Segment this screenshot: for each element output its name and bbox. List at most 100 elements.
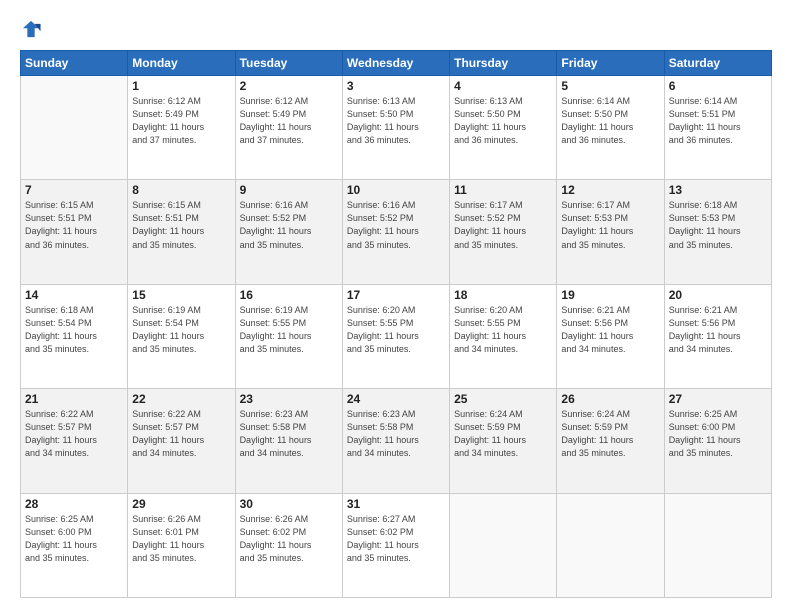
day-number: 13 <box>669 183 767 197</box>
week-row-5: 28 Sunrise: 6:25 AMSunset: 6:00 PMDayligh… <box>21 493 772 597</box>
calendar-cell: 8 Sunrise: 6:15 AMSunset: 5:51 PMDaylight… <box>128 180 235 284</box>
day-number: 22 <box>132 392 230 406</box>
day-info: Sunrise: 6:25 AMSunset: 6:00 PMDaylight:… <box>669 408 767 460</box>
day-number: 4 <box>454 79 552 93</box>
day-info: Sunrise: 6:13 AMSunset: 5:50 PMDaylight:… <box>454 95 552 147</box>
day-number: 16 <box>240 288 338 302</box>
day-number: 21 <box>25 392 123 406</box>
day-info: Sunrise: 6:27 AMSunset: 6:02 PMDaylight:… <box>347 513 445 565</box>
calendar-cell: 29 Sunrise: 6:26 AMSunset: 6:01 PMDayligh… <box>128 493 235 597</box>
calendar-cell: 1Sunrise: 6:12 AMSunset: 5:49 PMDaylight… <box>128 76 235 180</box>
calendar-cell: 2Sunrise: 6:12 AMSunset: 5:49 PMDaylight… <box>235 76 342 180</box>
calendar-cell: 3 Sunrise: 6:13 AMSunset: 5:50 PMDaylight… <box>342 76 449 180</box>
day-number: 5 <box>561 79 659 93</box>
calendar-cell <box>664 493 771 597</box>
calendar-cell: 15 Sunrise: 6:19 AMSunset: 5:54 PMDayligh… <box>128 284 235 388</box>
day-number: 2 <box>240 79 338 93</box>
day-info: Sunrise: 6:19 AMSunset: 5:55 PMDaylight:… <box>240 304 338 356</box>
day-info: Sunrise: 6:22 AMSunset: 5:57 PMDaylight:… <box>132 408 230 460</box>
day-number: 7 <box>25 183 123 197</box>
day-number: 9 <box>240 183 338 197</box>
calendar-cell: 13 Sunrise: 6:18 AMSunset: 5:53 PMDayligh… <box>664 180 771 284</box>
day-info: Sunrise: 6:23 AMSunset: 5:58 PMDaylight:… <box>347 408 445 460</box>
day-info: Sunrise: 6:13 AMSunset: 5:50 PMDaylight:… <box>347 95 445 147</box>
day-number: 29 <box>132 497 230 511</box>
calendar-cell: 12 Sunrise: 6:17 AMSunset: 5:53 PMDayligh… <box>557 180 664 284</box>
day-number: 24 <box>347 392 445 406</box>
calendar-cell: 14Sunrise: 6:18 AMSunset: 5:54 PMDayligh… <box>21 284 128 388</box>
day-number: 28 <box>25 497 123 511</box>
day-info: Sunrise: 6:16 AMSunset: 5:52 PMDaylight:… <box>347 199 445 251</box>
day-info: Sunrise: 6:20 AMSunset: 5:55 PMDaylight:… <box>454 304 552 356</box>
calendar-cell: 23Sunrise: 6:23 AMSunset: 5:58 PMDayligh… <box>235 389 342 493</box>
logo-icon <box>20 18 42 40</box>
day-info: Sunrise: 6:17 AMSunset: 5:53 PMDaylight:… <box>561 199 659 251</box>
day-number: 30 <box>240 497 338 511</box>
day-info: Sunrise: 6:21 AMSunset: 5:56 PMDaylight:… <box>561 304 659 356</box>
week-row-1: 1Sunrise: 6:12 AMSunset: 5:49 PMDaylight… <box>21 76 772 180</box>
day-info: Sunrise: 6:15 AMSunset: 5:51 PMDaylight:… <box>132 199 230 251</box>
calendar-cell <box>557 493 664 597</box>
day-info: Sunrise: 6:22 AMSunset: 5:57 PMDaylight:… <box>25 408 123 460</box>
day-info: Sunrise: 6:24 AMSunset: 5:59 PMDaylight:… <box>454 408 552 460</box>
calendar-cell: 22 Sunrise: 6:22 AMSunset: 5:57 PMDayligh… <box>128 389 235 493</box>
calendar-cell: 11 Sunrise: 6:17 AMSunset: 5:52 PMDayligh… <box>450 180 557 284</box>
calendar-table: SundayMondayTuesdayWednesdayThursdayFrid… <box>20 50 772 598</box>
day-info: Sunrise: 6:12 AMSunset: 5:49 PMDaylight:… <box>132 95 230 147</box>
calendar-cell: 17 Sunrise: 6:20 AMSunset: 5:55 PMDayligh… <box>342 284 449 388</box>
day-info: Sunrise: 6:15 AMSunset: 5:51 PMDaylight:… <box>25 199 123 251</box>
day-info: Sunrise: 6:19 AMSunset: 5:54 PMDaylight:… <box>132 304 230 356</box>
calendar-cell: 6Sunrise: 6:14 AMSunset: 5:51 PMDaylight… <box>664 76 771 180</box>
calendar-cell: 16 Sunrise: 6:19 AMSunset: 5:55 PMDayligh… <box>235 284 342 388</box>
calendar-cell: 7 Sunrise: 6:15 AMSunset: 5:51 PMDaylight… <box>21 180 128 284</box>
day-info: Sunrise: 6:23 AMSunset: 5:58 PMDaylight:… <box>240 408 338 460</box>
day-number: 15 <box>132 288 230 302</box>
day-info: Sunrise: 6:21 AMSunset: 5:56 PMDaylight:… <box>669 304 767 356</box>
day-number: 11 <box>454 183 552 197</box>
day-number: 18 <box>454 288 552 302</box>
weekday-header-row: SundayMondayTuesdayWednesdayThursdayFrid… <box>21 51 772 76</box>
day-info: Sunrise: 6:18 AMSunset: 5:54 PMDaylight:… <box>25 304 123 356</box>
day-number: 8 <box>132 183 230 197</box>
day-number: 19 <box>561 288 659 302</box>
day-info: Sunrise: 6:14 AMSunset: 5:50 PMDaylight:… <box>561 95 659 147</box>
header <box>20 18 772 40</box>
day-number: 12 <box>561 183 659 197</box>
calendar-cell: 10Sunrise: 6:16 AMSunset: 5:52 PMDayligh… <box>342 180 449 284</box>
calendar-cell: 19 Sunrise: 6:21 AMSunset: 5:56 PMDayligh… <box>557 284 664 388</box>
calendar-cell: 25 Sunrise: 6:24 AMSunset: 5:59 PMDayligh… <box>450 389 557 493</box>
day-info: Sunrise: 6:14 AMSunset: 5:51 PMDaylight:… <box>669 95 767 147</box>
day-info: Sunrise: 6:26 AMSunset: 6:01 PMDaylight:… <box>132 513 230 565</box>
calendar-cell: 18 Sunrise: 6:20 AMSunset: 5:55 PMDayligh… <box>450 284 557 388</box>
day-info: Sunrise: 6:16 AMSunset: 5:52 PMDaylight:… <box>240 199 338 251</box>
calendar-cell: 20 Sunrise: 6:21 AMSunset: 5:56 PMDayligh… <box>664 284 771 388</box>
weekday-tuesday: Tuesday <box>235 51 342 76</box>
day-info: Sunrise: 6:18 AMSunset: 5:53 PMDaylight:… <box>669 199 767 251</box>
weekday-monday: Monday <box>128 51 235 76</box>
day-info: Sunrise: 6:26 AMSunset: 6:02 PMDaylight:… <box>240 513 338 565</box>
calendar-cell: 27 Sunrise: 6:25 AMSunset: 6:00 PMDayligh… <box>664 389 771 493</box>
day-number: 27 <box>669 392 767 406</box>
calendar-cell: 21 Sunrise: 6:22 AMSunset: 5:57 PMDayligh… <box>21 389 128 493</box>
day-number: 3 <box>347 79 445 93</box>
day-number: 20 <box>669 288 767 302</box>
calendar-cell: 9 Sunrise: 6:16 AMSunset: 5:52 PMDaylight… <box>235 180 342 284</box>
calendar-cell: 28 Sunrise: 6:25 AMSunset: 6:00 PMDayligh… <box>21 493 128 597</box>
calendar-cell <box>21 76 128 180</box>
weekday-sunday: Sunday <box>21 51 128 76</box>
page: SundayMondayTuesdayWednesdayThursdayFrid… <box>0 0 792 612</box>
day-info: Sunrise: 6:17 AMSunset: 5:52 PMDaylight:… <box>454 199 552 251</box>
logo <box>20 18 46 40</box>
calendar-cell: 5 Sunrise: 6:14 AMSunset: 5:50 PMDaylight… <box>557 76 664 180</box>
day-info: Sunrise: 6:25 AMSunset: 6:00 PMDaylight:… <box>25 513 123 565</box>
day-info: Sunrise: 6:20 AMSunset: 5:55 PMDaylight:… <box>347 304 445 356</box>
week-row-4: 21 Sunrise: 6:22 AMSunset: 5:57 PMDayligh… <box>21 389 772 493</box>
weekday-saturday: Saturday <box>664 51 771 76</box>
day-number: 26 <box>561 392 659 406</box>
weekday-thursday: Thursday <box>450 51 557 76</box>
day-number: 25 <box>454 392 552 406</box>
week-row-2: 7 Sunrise: 6:15 AMSunset: 5:51 PMDaylight… <box>21 180 772 284</box>
day-number: 17 <box>347 288 445 302</box>
calendar-cell: 4 Sunrise: 6:13 AMSunset: 5:50 PMDaylight… <box>450 76 557 180</box>
calendar-cell: 24 Sunrise: 6:23 AMSunset: 5:58 PMDayligh… <box>342 389 449 493</box>
